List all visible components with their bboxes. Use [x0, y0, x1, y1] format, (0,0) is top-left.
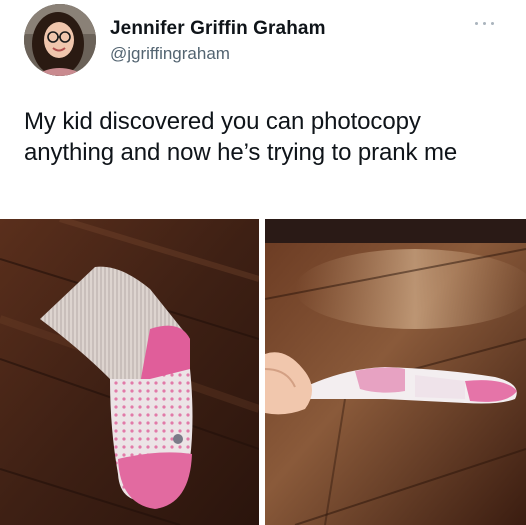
photo-real-sock[interactable]: [0, 219, 259, 525]
tweet-card: Jennifer Griffin Graham @jgriffingraham …: [0, 0, 526, 525]
author-display-name[interactable]: Jennifer Griffin Graham: [110, 18, 326, 40]
photocopied-sock-held-in-hand-icon: [265, 219, 526, 525]
tweet-text: My kid discovered you can photocopy anyt…: [24, 108, 458, 166]
photo-paper-sock[interactable]: [265, 219, 526, 525]
tweet-media: [0, 219, 526, 525]
profile-photo-icon: [24, 4, 96, 76]
sock-on-wood-floor-icon: [0, 219, 259, 525]
more-options-icon[interactable]: [472, 14, 498, 32]
tweet-header: Jennifer Griffin Graham @jgriffingraham: [24, 4, 502, 76]
avatar[interactable]: [24, 4, 96, 76]
author-handle[interactable]: @jgriffingraham: [110, 44, 230, 64]
